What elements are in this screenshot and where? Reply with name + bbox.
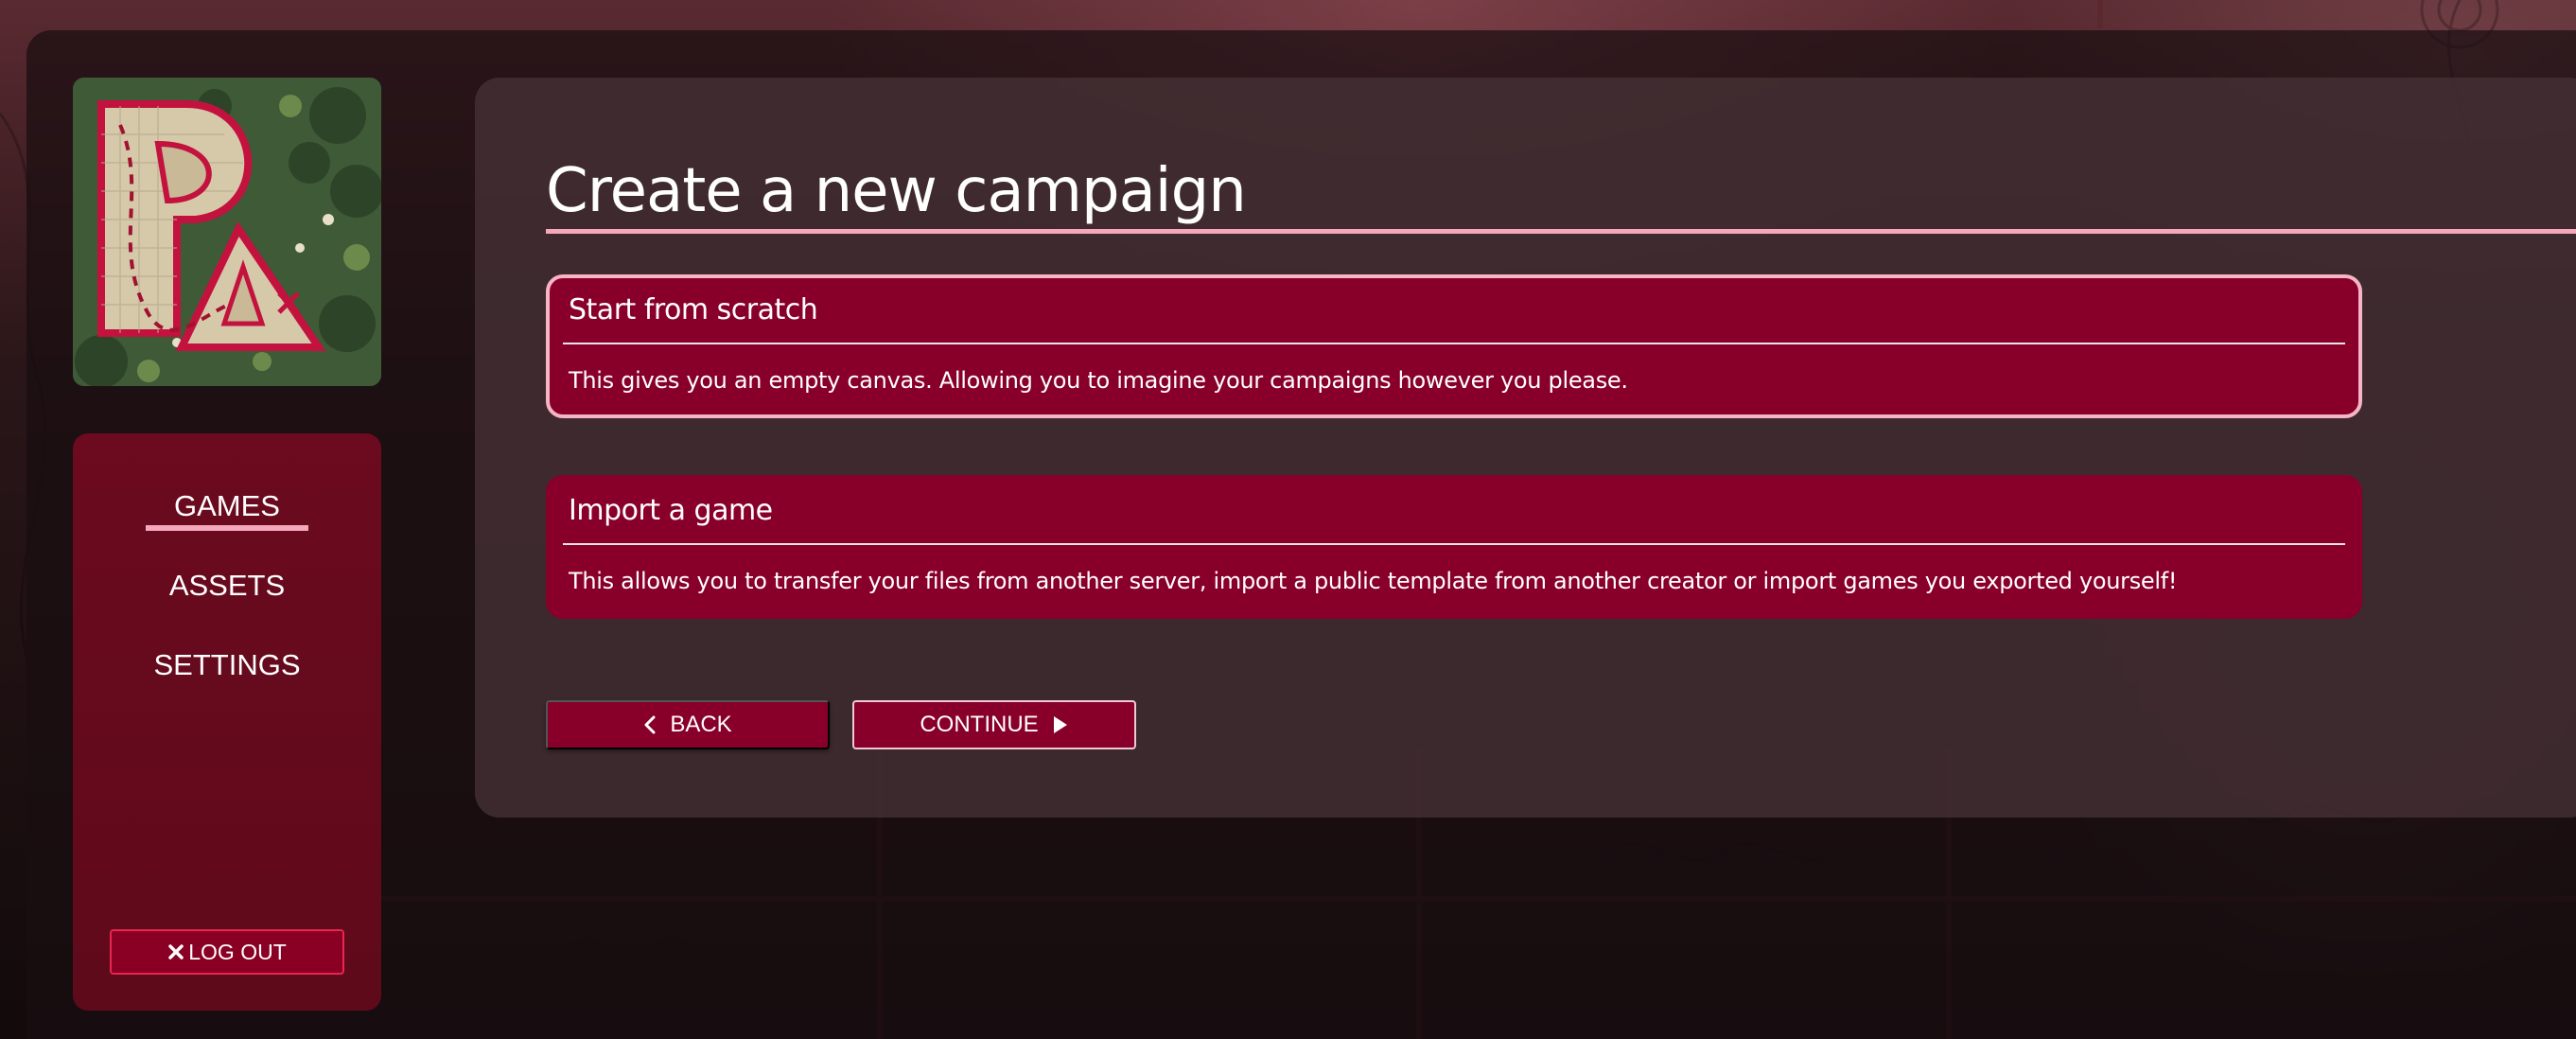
- option-divider: [563, 543, 2345, 545]
- sidebar: GAMES ASSETS SETTINGS LOG OUT: [73, 433, 381, 1011]
- sidebar-item-games[interactable]: GAMES: [73, 473, 381, 553]
- logout-button[interactable]: LOG OUT: [110, 929, 344, 975]
- option-start-from-scratch[interactable]: Start from scratch This gives you an emp…: [546, 274, 2362, 418]
- option-description: This allows you to transfer your files f…: [569, 568, 2178, 594]
- option-title: Import a game: [569, 494, 773, 527]
- back-label: BACK: [670, 712, 732, 737]
- page-title: Create a new campaign: [546, 156, 1247, 226]
- sidebar-nav: GAMES ASSETS SETTINGS: [73, 473, 381, 712]
- back-button[interactable]: BACK: [546, 700, 830, 749]
- option-import-game[interactable]: Import a game This allows you to transfe…: [546, 475, 2362, 619]
- play-icon: [1052, 714, 1069, 735]
- app-logo[interactable]: [73, 78, 381, 386]
- main-panel: Create a new campaign Start from scratch…: [475, 78, 2576, 818]
- sidebar-item-label: ASSETS: [168, 569, 286, 602]
- continue-label: CONTINUE: [920, 712, 1039, 737]
- pa-map-logo-icon: [73, 78, 381, 386]
- continue-button[interactable]: CONTINUE: [852, 700, 1136, 749]
- logout-label: LOG OUT: [188, 939, 287, 964]
- option-description: This gives you an empty canvas. Allowing…: [569, 367, 1628, 394]
- sidebar-item-label: SETTINGS: [153, 648, 301, 681]
- option-divider: [563, 343, 2345, 344]
- sidebar-item-assets[interactable]: ASSETS: [73, 553, 381, 632]
- option-title: Start from scratch: [569, 293, 818, 326]
- sidebar-item-settings[interactable]: SETTINGS: [73, 632, 381, 712]
- close-icon: [167, 943, 184, 960]
- title-divider: [546, 229, 2576, 234]
- sidebar-item-label: GAMES: [146, 489, 308, 531]
- chevron-left-icon: [643, 715, 657, 734]
